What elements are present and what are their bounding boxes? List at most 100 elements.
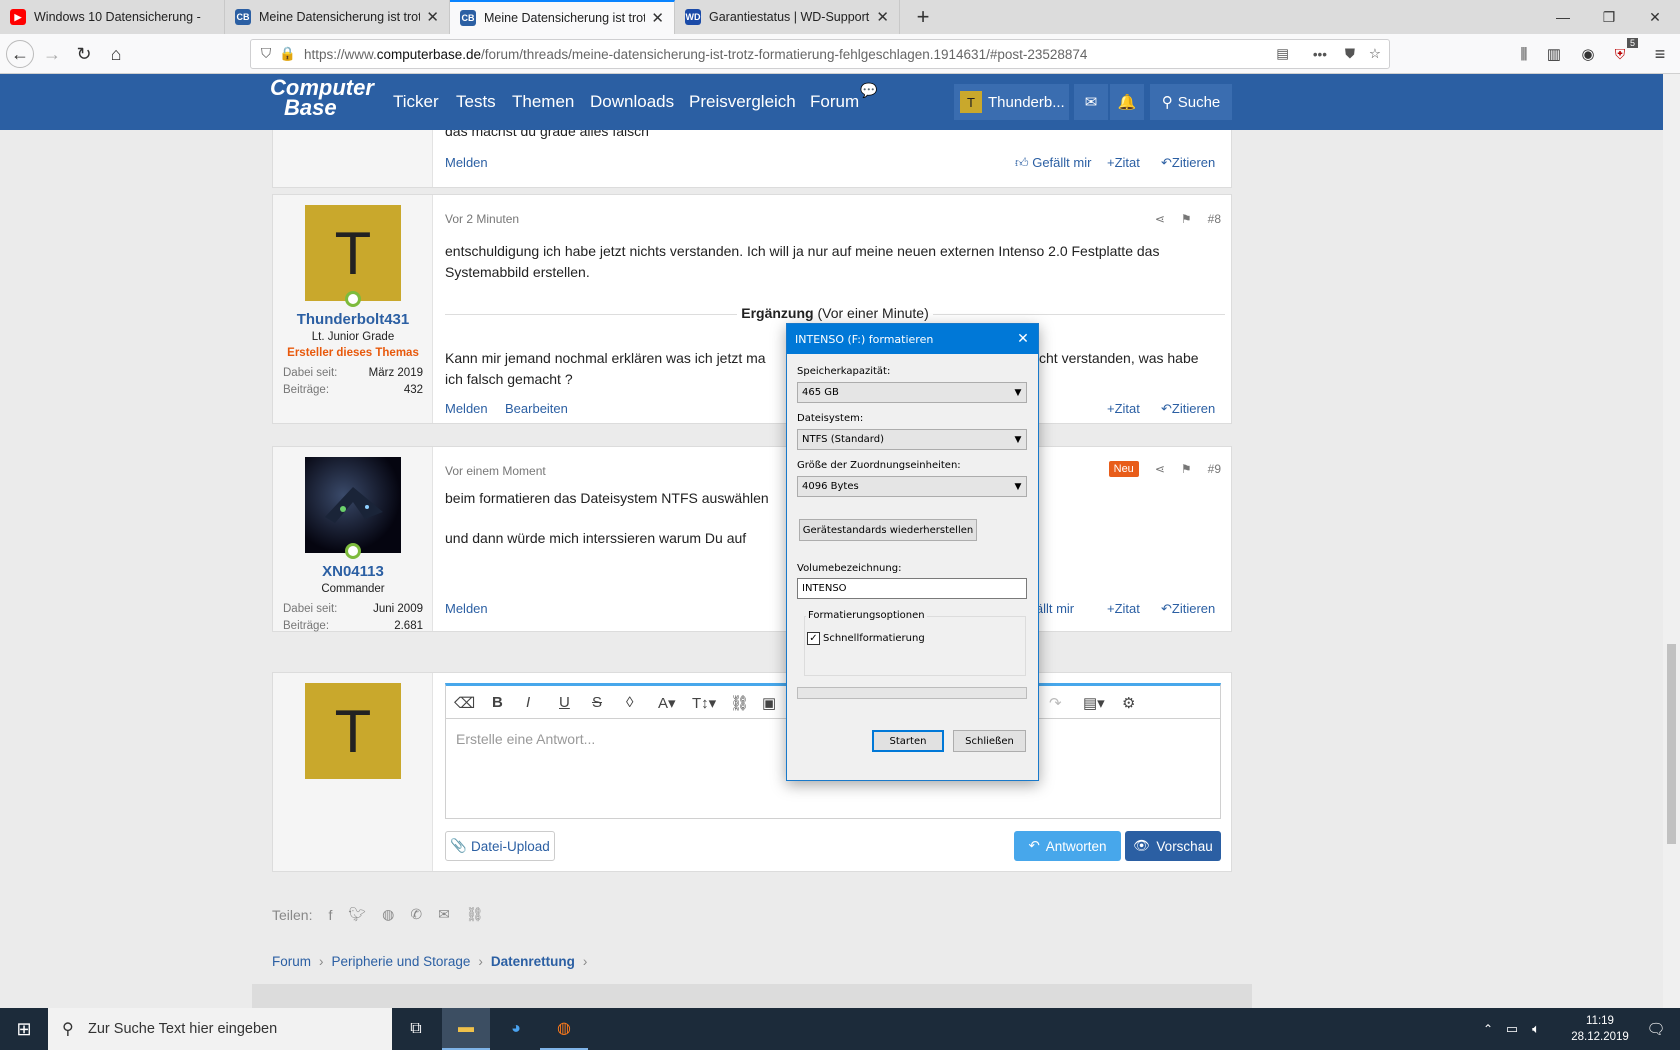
edit-link[interactable]: Bearbeiten (505, 401, 568, 416)
file-explorer-icon[interactable]: ▬ (442, 1008, 490, 1050)
post-number[interactable]: #8 (1208, 212, 1221, 226)
firefox-icon[interactable]: ◍ (540, 1008, 588, 1050)
tab-computerbase-1[interactable]: CB Meine Datensicherung ist trotz ✕ (225, 0, 450, 34)
preview-button[interactable]: 👁︎ Vorschau (1125, 831, 1221, 861)
reddit-icon[interactable]: ◍ (382, 906, 394, 923)
notification-icon[interactable]: 🗨︎ (1632, 1008, 1680, 1050)
upload-button[interactable]: 📎 Datei-Upload (445, 831, 555, 861)
volume-icon[interactable]: 🔈︎ (1524, 1008, 1548, 1050)
more-icon[interactable]: ••• (1313, 47, 1327, 62)
windows-start-icon[interactable]: ⊞ (0, 1008, 48, 1050)
volume-input[interactable]: INTENSO (797, 578, 1027, 599)
username[interactable]: XN04113 (273, 563, 433, 580)
strikethrough-icon[interactable]: S (592, 694, 602, 711)
menu-icon[interactable]: ≡ (1646, 40, 1674, 68)
color-icon[interactable]: ◊ (626, 694, 633, 711)
redo-icon[interactable]: ↷ (1049, 694, 1062, 712)
bookmark-icon[interactable]: ⚑ (1181, 212, 1192, 226)
quote-link[interactable]: ↶Zitieren (1161, 601, 1215, 617)
nav-ticker[interactable]: Ticker (393, 92, 439, 112)
nav-downloads[interactable]: Downloads (590, 92, 674, 112)
report-link[interactable]: Melden (445, 601, 488, 616)
link-icon[interactable]: ⛓ (730, 694, 749, 712)
minimize-icon[interactable]: — (1540, 0, 1586, 34)
quote-link[interactable]: ↶Zitieren (1161, 155, 1215, 171)
search-button[interactable]: ⚲ Suche (1150, 84, 1232, 120)
allocation-select[interactable]: 4096 Bytes ▼ (797, 476, 1027, 497)
zitat-link[interactable]: +Zitat (1107, 155, 1140, 170)
nav-preisvergleich[interactable]: Preisvergleich (689, 92, 796, 112)
library-icon[interactable]: ⫼ (1510, 40, 1538, 68)
window-close-icon[interactable]: ✕ (1632, 0, 1678, 34)
breadcrumb-forum[interactable]: Forum (272, 954, 311, 969)
eraser-icon[interactable]: ⌫ (454, 694, 475, 712)
font-icon[interactable]: A▾ (658, 694, 676, 712)
close-icon[interactable]: ✕ (876, 8, 889, 26)
report-link[interactable]: Melden (445, 401, 488, 416)
report-link[interactable]: Melden (445, 155, 488, 170)
filesystem-select[interactable]: NTFS (Standard) ▼ (797, 429, 1027, 450)
close-icon[interactable]: ✕ (651, 9, 664, 27)
task-view-icon[interactable]: ⧉ (392, 1008, 440, 1050)
account-icon[interactable]: ◉ (1574, 40, 1602, 68)
chevron-up-icon[interactable]: ⌃ (1476, 1008, 1500, 1050)
forward-icon[interactable]: → (38, 40, 66, 68)
post-time[interactable]: Vor 2 Minuten (445, 212, 519, 226)
post-number[interactable]: #9 (1208, 462, 1221, 476)
zitat-link[interactable]: +Zitat (1107, 601, 1140, 616)
back-icon[interactable]: ← (6, 40, 34, 68)
reader-view-icon[interactable]: ▤ (1276, 46, 1289, 62)
link-icon[interactable]: ⛓ (466, 906, 484, 923)
italic-icon[interactable]: I (526, 694, 530, 711)
bold-icon[interactable]: B (492, 694, 503, 711)
page-scrollbar[interactable] (1663, 74, 1680, 1008)
thunderbird-icon[interactable]: ◕ (492, 1008, 540, 1050)
scrollbar-thumb[interactable] (1667, 644, 1676, 844)
nav-forum[interactable]: Forum (810, 92, 859, 112)
share-icon[interactable]: ⋖ (1155, 462, 1165, 476)
email-icon[interactable]: ✉ (438, 906, 450, 923)
url-bar[interactable]: ⛉ 🔒 https://www. computerbase.de/forum/th… (250, 39, 1390, 69)
inbox-icon[interactable]: ✉ (1074, 84, 1108, 120)
close-icon[interactable]: ✕ (1008, 331, 1038, 347)
new-tab-icon[interactable]: + (900, 0, 946, 34)
share-icon[interactable]: ⋖ (1155, 212, 1165, 226)
user-menu[interactable]: T Thunderb... (954, 84, 1069, 120)
quick-format-checkbox[interactable]: ✓ Schnellformatierung (807, 632, 925, 645)
username[interactable]: Thunderbolt431 (273, 311, 433, 328)
close-button[interactable]: Schließen (953, 730, 1026, 752)
clock[interactable]: 11:19 28.12.2019 (1560, 1013, 1640, 1045)
twitter-icon[interactable]: 🐦︎ (348, 906, 366, 923)
post-time[interactable]: Vor einem Moment (445, 464, 546, 478)
reload-icon[interactable]: ↻ (70, 40, 98, 68)
close-icon[interactable]: ✕ (426, 8, 439, 26)
start-button[interactable]: Starten (872, 730, 944, 752)
whatsapp-icon[interactable]: ✆ (410, 906, 422, 923)
computerbase-logo[interactable]: Computer Base (270, 77, 374, 119)
bookmark-star-icon[interactable]: ☆ (1369, 46, 1381, 62)
user-avatar[interactable]: T (305, 205, 401, 301)
network-icon[interactable]: ▭ (1500, 1008, 1524, 1050)
facebook-icon[interactable]: f (328, 907, 332, 923)
bookmark-icon[interactable]: ⚑ (1181, 462, 1192, 476)
tab-computerbase-active[interactable]: CB Meine Datensicherung ist trotz ✕ (450, 0, 675, 34)
like-link[interactable]: 👍︎ Gefällt mir (1015, 155, 1091, 171)
tab-wd-support[interactable]: WD Garantiestatus | WD-Support ✕ (675, 0, 900, 34)
zitat-link[interactable]: +Zitat (1107, 401, 1140, 416)
breadcrumb-peripherie[interactable]: Peripherie und Storage (332, 954, 471, 969)
restore-defaults-button[interactable]: Gerätestandards wiederherstellen (799, 519, 977, 541)
sidebar-icon[interactable]: ▥ (1540, 40, 1568, 68)
pocket-icon[interactable]: ⛊ (1345, 46, 1355, 62)
nav-tests[interactable]: Tests (456, 92, 496, 112)
submit-reply-button[interactable]: ↶ Antworten (1014, 831, 1121, 861)
home-icon[interactable]: ⌂ (102, 40, 130, 68)
taskbar-search[interactable]: ⚲ Zur Suche Text hier eingeben (48, 1008, 392, 1050)
user-avatar[interactable] (305, 457, 401, 553)
ublock-icon[interactable]: ⛨ 5 (1606, 38, 1638, 68)
settings-icon[interactable]: ⚙ (1122, 694, 1135, 712)
font-size-icon[interactable]: T↕▾ (692, 694, 716, 712)
restore-icon[interactable]: ❐ (1586, 0, 1632, 34)
breadcrumb-datenrettung[interactable]: Datenrettung (491, 954, 575, 969)
tab-youtube[interactable]: ▶ Windows 10 Datensicherung - (0, 0, 225, 34)
nav-themen[interactable]: Themen (512, 92, 574, 112)
